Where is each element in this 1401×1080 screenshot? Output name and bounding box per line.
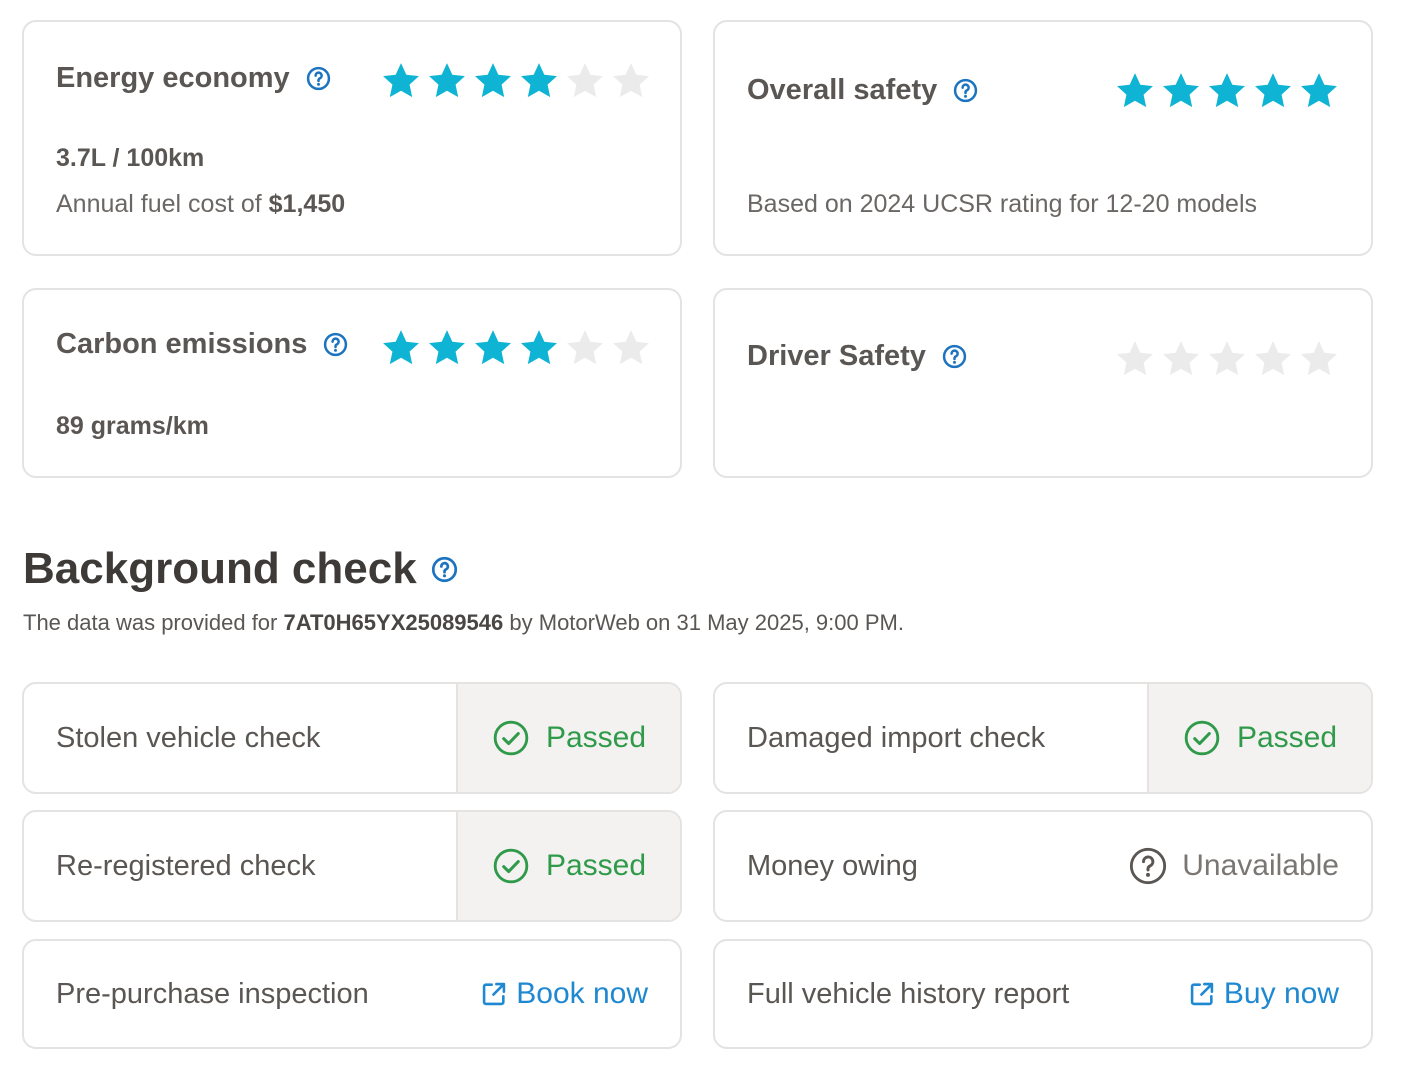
driver-safety-title: Driver Safety	[747, 340, 967, 373]
buy-now-link[interactable]: Buy now	[1188, 941, 1339, 1047]
energy-economy-label: Energy economy	[56, 62, 290, 94]
full-vehicle-history-label: Full vehicle history report	[747, 977, 1070, 1010]
check-circle-icon	[1184, 720, 1220, 756]
stolen-vehicle-status: Passed	[456, 684, 680, 792]
money-owing-status-text: Unavailable	[1182, 849, 1339, 882]
carbon-emissions-card: Carbon emissions 89 grams/km	[22, 288, 682, 478]
annual-fuel-cost-value: $1,450	[268, 190, 346, 218]
star-empty-icon	[1255, 341, 1291, 376]
star-filled-icon	[1301, 73, 1337, 108]
star-filled-icon	[1117, 73, 1153, 108]
overall-safety-basis: Based on 2024 UCSR rating for 12-20 mode…	[747, 190, 1258, 218]
star-filled-icon	[383, 330, 419, 365]
book-now-link[interactable]: Book now	[480, 941, 648, 1047]
carbon-emissions-value: 89 grams/km	[56, 412, 209, 440]
star-empty-icon	[1163, 341, 1199, 376]
background-check-title: Background check	[23, 544, 417, 593]
re-registered-check: Re-registered check Passed	[22, 810, 682, 922]
carbon-emissions-label: Carbon emissions	[56, 328, 308, 360]
help-icon[interactable]	[306, 66, 331, 91]
help-icon[interactable]	[323, 332, 348, 357]
star-filled-icon	[1209, 73, 1245, 108]
star-empty-icon	[1209, 341, 1245, 376]
re-registered-status: Passed	[456, 812, 680, 920]
energy-economy-card: Energy economy 3.7L / 100km Annual fuel …	[22, 20, 682, 256]
star-filled-icon	[429, 330, 465, 365]
damaged-import-check-label: Damaged import check	[747, 721, 1046, 754]
star-empty-icon	[567, 63, 603, 98]
data-provenance: The data was provided for 7AT0H65YX25089…	[23, 610, 904, 636]
annual-fuel-cost: Annual fuel cost of $1,450	[56, 190, 345, 219]
pre-purchase-inspection-label: Pre-purchase inspection	[56, 977, 369, 1010]
question-circle-icon	[1130, 847, 1167, 885]
book-now-text: Book now	[516, 977, 648, 1010]
driver-safety-label: Driver Safety	[747, 340, 926, 372]
help-icon[interactable]	[953, 78, 978, 103]
overall-safety-title: Overall safety	[747, 74, 978, 107]
energy-economy-stars	[380, 60, 652, 102]
driver-safety-stars	[1114, 338, 1340, 380]
star-filled-icon	[475, 330, 511, 365]
star-empty-icon	[567, 330, 603, 365]
star-empty-icon	[1301, 341, 1337, 376]
stolen-vehicle-check: Stolen vehicle check Passed	[22, 682, 682, 794]
overall-safety-label: Overall safety	[747, 74, 938, 106]
annual-fuel-cost-label: Annual fuel cost of	[56, 190, 262, 218]
pre-purchase-inspection: Pre-purchase inspection Book now	[22, 939, 682, 1049]
provenance-prefix: The data was provided for	[23, 610, 278, 635]
star-filled-icon	[475, 63, 511, 98]
energy-economy-value: 3.7L / 100km	[56, 144, 205, 172]
vin-number: 7AT0H65YX25089546	[283, 610, 504, 635]
background-check-heading: Background check	[23, 544, 458, 594]
energy-economy-title: Energy economy	[56, 62, 331, 95]
damaged-import-status-text: Passed	[1236, 721, 1338, 754]
star-filled-icon	[1255, 73, 1291, 108]
overall-safety-stars	[1114, 70, 1340, 112]
star-filled-icon	[521, 63, 557, 98]
stolen-vehicle-status-text: Passed	[545, 721, 647, 754]
star-empty-icon	[1117, 341, 1153, 376]
money-owing-check: Money owing Unavailable	[713, 810, 1373, 922]
re-registered-check-label: Re-registered check	[56, 849, 316, 882]
buy-now-text: Buy now	[1223, 977, 1339, 1010]
money-owing-status: Unavailable	[1128, 812, 1339, 920]
carbon-emissions-title: Carbon emissions	[56, 328, 348, 361]
star-filled-icon	[429, 63, 465, 98]
provenance-suffix: by MotorWeb on 31 May 2025, 9:00 PM.	[509, 610, 904, 635]
star-filled-icon	[383, 63, 419, 98]
help-icon[interactable]	[431, 556, 458, 583]
driver-safety-card: Driver Safety	[713, 288, 1373, 478]
external-link-icon	[1190, 982, 1214, 1006]
star-empty-icon	[613, 63, 649, 98]
overall-safety-card: Overall safety Based on 2024 UCSR rating…	[713, 20, 1373, 256]
star-empty-icon	[613, 330, 649, 365]
damaged-import-check: Damaged import check Passed	[713, 682, 1373, 794]
check-circle-icon	[493, 720, 529, 756]
money-owing-label: Money owing	[747, 849, 918, 882]
external-link-icon	[483, 982, 506, 1006]
help-icon[interactable]	[942, 344, 967, 369]
stolen-vehicle-check-label: Stolen vehicle check	[56, 721, 321, 754]
check-circle-icon	[493, 848, 529, 884]
full-vehicle-history-report: Full vehicle history report Buy now	[713, 939, 1373, 1049]
carbon-emissions-stars	[380, 327, 652, 369]
re-registered-status-text: Passed	[545, 849, 647, 882]
star-filled-icon	[521, 330, 557, 365]
damaged-import-status: Passed	[1147, 684, 1371, 792]
star-filled-icon	[1163, 73, 1199, 108]
